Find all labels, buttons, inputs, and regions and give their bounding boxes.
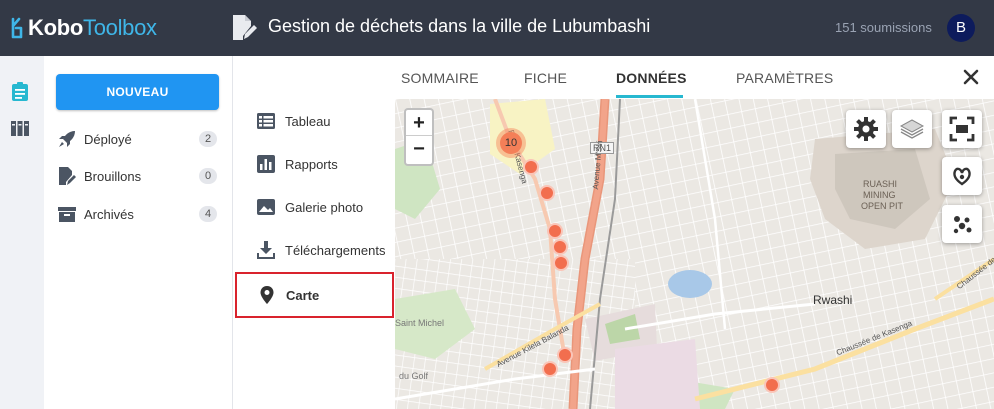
sidebar-item-label: Déployé: [84, 131, 132, 147]
draft-icon: [59, 167, 76, 185]
subnav-item-label: Galerie photo: [285, 199, 364, 215]
sidebar-item-archived[interactable]: Archivés 4: [57, 204, 217, 224]
form-icon: [233, 15, 257, 40]
subnav-item-map[interactable]: Carte: [235, 272, 394, 318]
fullscreen-button[interactable]: [942, 110, 982, 148]
subnav-item-gallery[interactable]: Galerie photo: [234, 185, 395, 229]
subnav-item-label: Tableau: [285, 113, 331, 129]
project-title: Gestion de déchets dans la ville de Lubu…: [268, 16, 651, 36]
map-pin-icon: [260, 286, 274, 304]
avatar[interactable]: B: [947, 14, 975, 42]
cluster-icon: [953, 216, 972, 234]
active-tab-indicator: [616, 95, 683, 98]
sidebar-item-label: Brouillons: [84, 168, 142, 184]
photo-icon: [257, 199, 275, 215]
map-label-open-pit: OPEN PIT: [861, 201, 904, 211]
map-settings-button[interactable]: [846, 110, 886, 148]
fullscreen-icon: [949, 116, 975, 142]
map-marker[interactable]: [539, 185, 555, 201]
sidebar: NOUVEAU Déployé 2 Brouillons 0 Archivés …: [44, 56, 233, 409]
sidebar-item-deployed[interactable]: Déployé 2: [57, 129, 217, 149]
subnav-item-label: Rapports: [285, 156, 338, 172]
gear-icon: [854, 117, 878, 141]
forms-icon[interactable]: [10, 82, 30, 102]
heatmap-button[interactable]: [942, 157, 982, 195]
layers-icon: [899, 119, 925, 139]
library-icon[interactable]: [10, 118, 30, 138]
subnav-item-downloads[interactable]: Téléchargements: [234, 228, 395, 272]
map-marker[interactable]: [553, 255, 569, 271]
archive-icon: [58, 207, 76, 222]
top-bar: KoboToolbox Gestion de déchets dans la v…: [0, 0, 994, 56]
tab-data[interactable]: DONNÉES: [616, 70, 687, 86]
submissions-map[interactable]: RN1 RUASHI MINING OPEN PIT Rwashi Saint …: [395, 99, 994, 409]
map-label-saint-michel: Saint Michel: [395, 318, 445, 328]
subnav-item-table[interactable]: Tableau: [234, 99, 395, 143]
sidebar-item-label: Archivés: [84, 206, 134, 222]
map-cluster-marker[interactable]: 10: [496, 128, 526, 158]
icon-rail: [0, 56, 44, 409]
zoom-in-button[interactable]: +: [406, 110, 432, 136]
close-icon[interactable]: [962, 68, 980, 86]
tab-settings[interactable]: PARAMÈTRES: [736, 70, 833, 86]
map-label-golf: du Golf: [399, 371, 429, 381]
subnav-item-reports[interactable]: Rapports: [234, 142, 395, 186]
map-marker[interactable]: [552, 239, 568, 255]
map-marker[interactable]: [764, 377, 780, 393]
zoom-control: + −: [404, 108, 434, 166]
tab-form[interactable]: FICHE: [524, 70, 567, 86]
map-marker[interactable]: [557, 347, 573, 363]
logo-text: KoboToolbox: [28, 15, 157, 40]
table-icon: [257, 113, 275, 129]
sidebar-item-drafts[interactable]: Brouillons 0: [57, 166, 217, 186]
map-label-rwashi: Rwashi: [813, 293, 853, 307]
subnav-item-label: Carte: [286, 287, 320, 303]
heatmap-icon: [953, 167, 971, 186]
data-subnav: Tableau Rapports Galerie photo Télécharg…: [234, 99, 395, 409]
map-label-mining: MINING: [863, 190, 896, 200]
tab-summary[interactable]: SOMMAIRE: [401, 70, 479, 86]
count-badge: 2: [199, 131, 217, 147]
subnav-item-label: Téléchargements: [285, 242, 386, 258]
map-marker[interactable]: [542, 361, 558, 377]
kobo-logo-icon: [11, 17, 23, 39]
submissions-count: 151 soumissions: [835, 20, 932, 35]
tab-bar: SOMMAIRE FICHE DONNÉES PARAMÈTRES: [234, 56, 994, 99]
rocket-icon: [59, 131, 75, 147]
kobotoolbox-logo[interactable]: KoboToolbox: [10, 14, 157, 42]
map-layers-button[interactable]: [892, 110, 932, 148]
map-marker[interactable]: [547, 223, 563, 239]
zoom-out-button[interactable]: −: [406, 136, 432, 162]
count-badge: 4: [199, 206, 217, 222]
map-marker[interactable]: [523, 159, 539, 175]
map-label-ruashi: RUASHI: [863, 179, 898, 189]
chart-icon: [257, 155, 275, 173]
new-button[interactable]: NOUVEAU: [56, 74, 219, 110]
count-badge: 0: [199, 168, 217, 184]
cluster-toggle-button[interactable]: [942, 205, 982, 243]
download-icon: [257, 241, 275, 259]
